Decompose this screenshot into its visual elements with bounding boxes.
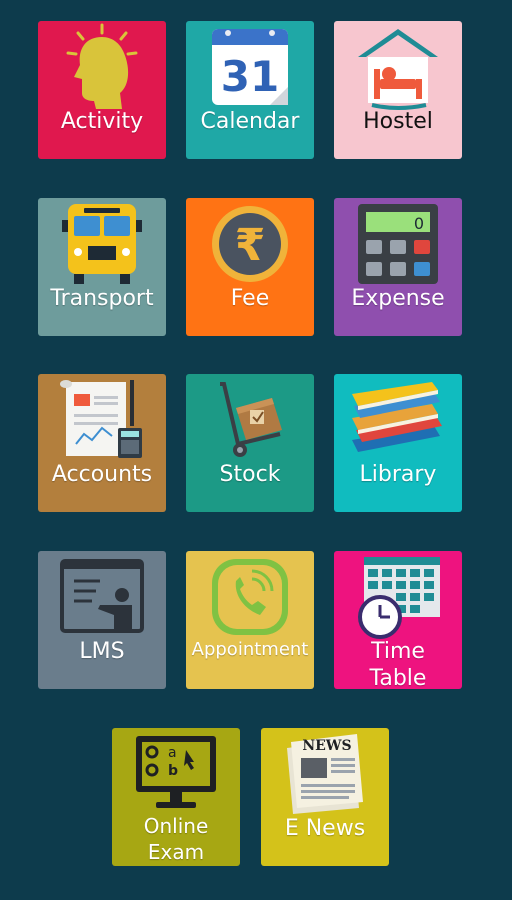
monitor-quiz-icon: a b bbox=[112, 728, 240, 828]
tile-fee[interactable]: ₹ Fee bbox=[186, 198, 314, 336]
tile-fee-label: Fee bbox=[230, 286, 270, 311]
tile-timetable-label-line1: Time bbox=[371, 639, 425, 664]
tile-enews-label: E News bbox=[284, 816, 366, 841]
phone-call-icon bbox=[186, 551, 314, 651]
rupee-coin-icon: ₹ bbox=[186, 198, 314, 298]
rupee-symbol: ₹ bbox=[235, 220, 266, 271]
tile-online-exam[interactable]: a b Online Exam bbox=[112, 728, 240, 866]
tile-library[interactable]: Library bbox=[334, 374, 462, 512]
tile-calendar-label: Calendar bbox=[200, 109, 300, 134]
teacher-board-icon bbox=[38, 551, 166, 651]
tile-expense-label: Expense bbox=[351, 286, 445, 311]
tile-timetable[interactable]: Time Table bbox=[334, 551, 462, 689]
tile-stock-label: Stock bbox=[219, 462, 281, 487]
calendar-icon: 31 bbox=[186, 21, 314, 121]
tile-hostel[interactable]: Hostel bbox=[334, 21, 462, 159]
tile-activity-label: Activity bbox=[60, 109, 144, 134]
tile-transport[interactable]: Transport bbox=[38, 198, 166, 336]
tile-accounts[interactable]: Accounts bbox=[38, 374, 166, 512]
ledger-calculator-icon bbox=[38, 374, 166, 474]
tile-hostel-label: Hostel bbox=[363, 109, 433, 134]
calculator-display: 0 bbox=[414, 214, 424, 233]
tile-timetable-label-line2: Table bbox=[369, 666, 427, 689]
tile-accounts-label: Accounts bbox=[51, 462, 153, 487]
head-idea-icon bbox=[38, 21, 166, 121]
tile-appointment[interactable]: Appointment bbox=[186, 551, 314, 689]
calculator-icon: 0 bbox=[334, 198, 462, 298]
tile-stock[interactable]: Stock bbox=[186, 374, 314, 512]
tile-activity[interactable]: Activity bbox=[38, 21, 166, 159]
newspaper-icon: NEWS bbox=[261, 728, 389, 828]
bus-icon bbox=[38, 198, 166, 298]
app-home-grid: Activity 31 Calendar Hostel Transport ₹ … bbox=[0, 0, 512, 900]
quiz-option-a: a bbox=[168, 745, 177, 761]
tile-lms-label: LMS bbox=[79, 639, 125, 664]
quiz-option-b: b bbox=[168, 763, 178, 779]
hostel-bed-icon bbox=[334, 21, 462, 121]
tile-online-exam-label-line2: Exam bbox=[147, 840, 205, 864]
clock-calendar-icon bbox=[334, 551, 462, 651]
books-stack-icon bbox=[334, 374, 462, 474]
calendar-day: 31 bbox=[221, 52, 279, 101]
tile-library-label: Library bbox=[359, 462, 437, 487]
tile-lms[interactable]: LMS bbox=[38, 551, 166, 689]
newspaper-headline: NEWS bbox=[302, 738, 351, 754]
tile-online-exam-label-line1: Online bbox=[143, 814, 209, 838]
tile-calendar[interactable]: 31 Calendar bbox=[186, 21, 314, 159]
tile-expense[interactable]: 0 Expense bbox=[334, 198, 462, 336]
tile-appointment-label: Appointment bbox=[191, 639, 309, 660]
hand-truck-box-icon bbox=[186, 374, 314, 474]
tile-enews[interactable]: NEWS E News bbox=[261, 728, 389, 866]
tile-transport-label: Transport bbox=[50, 286, 154, 311]
